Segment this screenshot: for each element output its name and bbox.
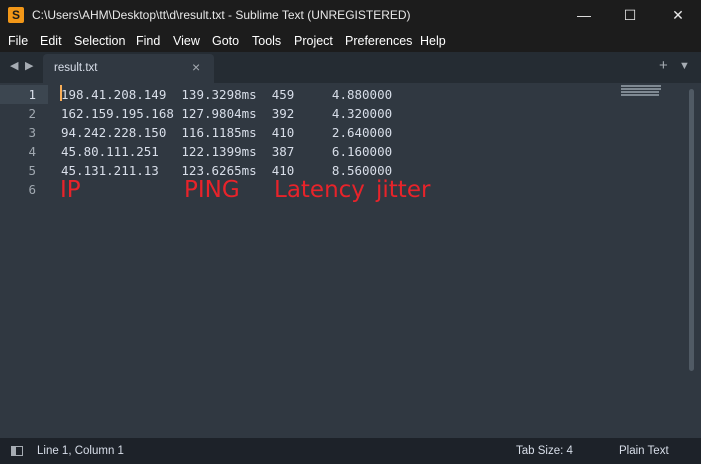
line-number: 4 xyxy=(28,144,36,159)
toggle-panel-icon[interactable] xyxy=(11,446,23,456)
line-number: 6 xyxy=(28,182,36,197)
annotation-ping: PING xyxy=(184,177,240,203)
tab-next-arrow-icon[interactable]: ▶ xyxy=(25,59,33,72)
menu-selection[interactable]: Selection xyxy=(74,34,125,48)
tab-prev-arrow-icon[interactable]: ◀ xyxy=(10,59,18,72)
menu-bar: File Edit Selection Find View Goto Tools… xyxy=(0,31,701,52)
code-line[interactable]: 162.159.195.168 127.9804ms 392 4.320000 xyxy=(61,104,392,123)
line-number: 1 xyxy=(0,85,48,104)
menu-view[interactable]: View xyxy=(173,34,200,48)
tab-label: result.txt xyxy=(54,62,98,74)
code-line[interactable]: 198.41.208.149 139.3298ms 459 4.880000 xyxy=(61,85,392,104)
menu-find[interactable]: Find xyxy=(136,34,160,48)
editor-area[interactable]: 1 2 3 4 5 6 198.41.208.149 139.3298ms 45… xyxy=(0,83,701,438)
tab-close-icon[interactable]: × xyxy=(192,59,200,75)
menu-goto[interactable]: Goto xyxy=(212,34,239,48)
annotation-jitter: jitter xyxy=(376,177,431,203)
window-title: C:\Users\AHM\Desktop\tt\d\result.txt - S… xyxy=(32,8,411,22)
minimap[interactable] xyxy=(621,85,661,97)
line-number: 3 xyxy=(28,125,36,140)
line-number: 5 xyxy=(28,163,36,178)
status-bar: Line 1, Column 1 Tab Size: 4 Plain Text xyxy=(0,438,701,464)
menu-project[interactable]: Project xyxy=(294,34,333,48)
menu-preferences[interactable]: Preferences xyxy=(345,34,412,48)
line-number: 2 xyxy=(28,106,36,121)
tab-list-chevron-icon[interactable]: ▼ xyxy=(679,60,690,72)
menu-tools[interactable]: Tools xyxy=(252,34,281,48)
menu-edit[interactable]: Edit xyxy=(40,34,62,48)
annotation-ip: IP xyxy=(60,177,81,203)
minimize-button[interactable]: — xyxy=(561,0,607,31)
code-line[interactable]: 45.80.111.251 122.1399ms 387 6.160000 xyxy=(61,142,392,161)
menu-help[interactable]: Help xyxy=(420,34,446,48)
scrollbar-thumb[interactable] xyxy=(689,89,694,371)
new-tab-icon[interactable]: + xyxy=(659,57,668,74)
annotation-latency: Latency xyxy=(274,177,365,203)
menu-file[interactable]: File xyxy=(8,34,28,48)
close-window-button[interactable]: ✕ xyxy=(655,0,701,31)
tab-size-indicator[interactable]: Tab Size: 4 xyxy=(516,445,573,457)
title-bar: S C:\Users\AHM\Desktop\tt\d\result.txt -… xyxy=(0,0,701,31)
syntax-indicator[interactable]: Plain Text xyxy=(619,445,669,457)
tab-bar: ◀ ▶ result.txt × + ▼ xyxy=(0,52,701,83)
cursor-position[interactable]: Line 1, Column 1 xyxy=(37,445,124,457)
vertical-scrollbar[interactable] xyxy=(688,89,696,429)
tab-result-txt[interactable]: result.txt × xyxy=(43,54,214,83)
maximize-button[interactable]: ☐ xyxy=(607,0,653,31)
code-line[interactable]: 94.242.228.150 116.1185ms 410 2.640000 xyxy=(61,123,392,142)
sublime-app-icon: S xyxy=(8,7,24,23)
